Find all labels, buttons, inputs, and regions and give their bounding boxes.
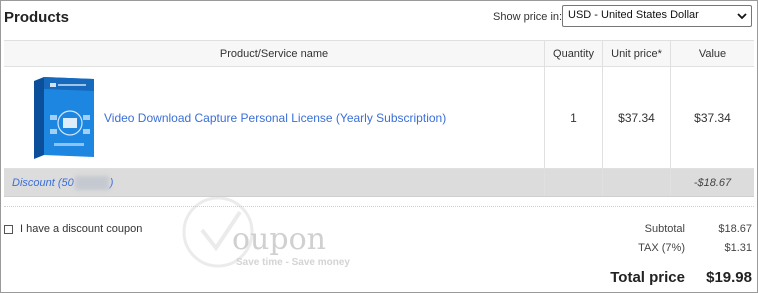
subtotal-value: $18.67 <box>718 223 752 235</box>
coupon-checkbox[interactable] <box>4 224 13 234</box>
watermark-tagline: Save time - Save money <box>236 257 350 268</box>
page-title: Products <box>4 9 70 26</box>
product-cell: Video Download Capture Personal License … <box>4 67 544 168</box>
tax-value: $1.31 <box>724 242 752 254</box>
currency-label: Show price in: <box>493 11 563 23</box>
discount-label-end: ) <box>109 176 114 189</box>
column-header-unit-price: Unit price* <box>602 41 670 66</box>
currency-selected-value: USD - United States Dollar <box>568 9 699 21</box>
discount-row: Discount (50) -$18.67 <box>4 169 754 197</box>
discount-label-start: Discount (50 <box>12 176 74 189</box>
column-header-value: Value <box>670 41 754 66</box>
discount-quantity-cell <box>544 169 602 196</box>
chevron-down-icon <box>737 13 747 20</box>
product-link[interactable]: Video Download Capture Personal License … <box>104 111 446 125</box>
value-cell: $37.34 <box>670 67 754 168</box>
currency-select[interactable]: USD - United States Dollar <box>562 5 752 27</box>
total-price-label: Total price <box>610 269 685 286</box>
subtotal-label: Subtotal <box>644 223 685 235</box>
redacted-blur <box>74 175 109 190</box>
discount-coupon-toggle[interactable]: I have a discount coupon <box>4 223 142 235</box>
unit-price-cell: $37.34 <box>602 67 670 168</box>
discount-value: -$18.67 <box>670 169 754 196</box>
column-header-name: Product/Service name <box>219 47 329 60</box>
coupon-label: I have a discount coupon <box>20 223 143 235</box>
divider <box>4 206 754 207</box>
table-header-row: Product/Service name Quantity Unit price… <box>4 40 754 67</box>
tax-label: TAX (7%) <box>638 242 685 254</box>
quantity-cell: 1 <box>544 67 602 168</box>
table-row: Video Download Capture Personal License … <box>4 67 754 169</box>
total-price-value: $19.98 <box>706 269 752 286</box>
product-box-image <box>34 76 94 159</box>
watermark-word: oupon <box>232 222 326 257</box>
column-header-quantity: Quantity <box>544 41 602 66</box>
discount-unit-cell <box>602 169 670 196</box>
